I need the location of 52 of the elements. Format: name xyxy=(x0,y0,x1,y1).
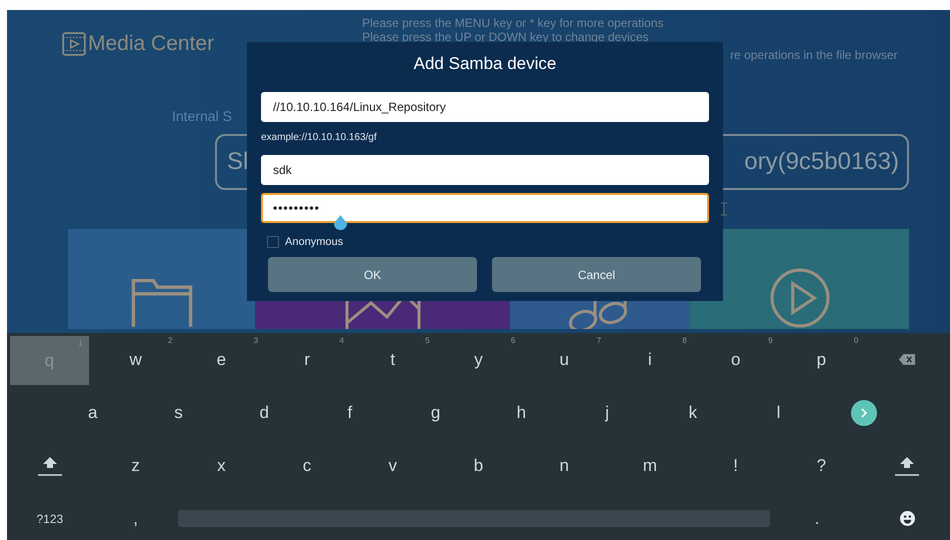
key[interactable]: j xyxy=(564,386,650,439)
key[interactable]: u 7 xyxy=(521,333,608,386)
dialog-title: Add Samba device xyxy=(414,54,556,74)
key[interactable]: p 0 xyxy=(778,333,864,386)
cursor-handle-icon xyxy=(333,215,348,232)
film-icon xyxy=(61,31,87,57)
key[interactable]: , xyxy=(92,492,178,540)
key[interactable]: i 8 xyxy=(607,333,693,386)
ok-button[interactable]: OK xyxy=(268,257,477,292)
key[interactable]: r 4 xyxy=(264,333,350,386)
hint-text: Please press the MENU key or * key for more operations xyxy=(362,16,665,30)
next-icon xyxy=(851,400,878,426)
key[interactable]: k xyxy=(650,386,736,439)
key[interactable]: m xyxy=(607,439,693,492)
key[interactable]: w 2 xyxy=(92,333,178,386)
key[interactable]: ? xyxy=(778,439,864,492)
key[interactable]: g xyxy=(392,386,478,439)
emoji-icon xyxy=(900,511,915,526)
key[interactable]: l xyxy=(736,386,822,439)
key[interactable]: a xyxy=(50,386,136,439)
key[interactable]: z xyxy=(92,439,178,492)
text-cursor-icon xyxy=(720,202,728,216)
key[interactable]: n xyxy=(521,439,608,492)
key[interactable]: . xyxy=(770,492,864,540)
cancel-button[interactable]: Cancel xyxy=(492,257,701,292)
backspace-icon xyxy=(898,353,916,366)
key[interactable]: o 9 xyxy=(692,333,779,386)
key[interactable]: d xyxy=(221,386,308,439)
key[interactable]: e 3 xyxy=(178,333,264,386)
hint-text: Please press the UP or DOWN key to change devices xyxy=(362,30,650,44)
key[interactable]: y 6 xyxy=(436,333,522,386)
key[interactable]: t 5 xyxy=(350,333,436,386)
checkbox-label: Anonymous xyxy=(285,236,344,248)
play-icon xyxy=(768,267,830,329)
password-field[interactable]: ••••••••• xyxy=(261,193,709,223)
hint-text: re operations in the file browser xyxy=(730,48,898,62)
key[interactable]: b xyxy=(436,439,522,492)
example-text: example://10.10.10.163/gf xyxy=(261,132,378,143)
storage-label: Internal S xyxy=(172,108,232,124)
key[interactable]: f xyxy=(307,386,393,439)
key[interactable]: s xyxy=(136,386,222,439)
app-title: Media Center xyxy=(88,32,214,56)
key[interactable]: v xyxy=(350,439,436,492)
key[interactable]: c xyxy=(264,439,350,492)
key[interactable]: h xyxy=(478,386,564,439)
key[interactable]: ! xyxy=(692,439,779,492)
media-tile[interactable] xyxy=(68,229,255,329)
key[interactable]: ?123 xyxy=(7,492,93,540)
key[interactable]: x xyxy=(178,439,264,492)
checkbox[interactable] xyxy=(267,236,279,248)
input-field[interactable]: //10.10.10.164/Linux_Repository xyxy=(261,92,709,122)
input-field[interactable]: sdk xyxy=(261,155,709,185)
